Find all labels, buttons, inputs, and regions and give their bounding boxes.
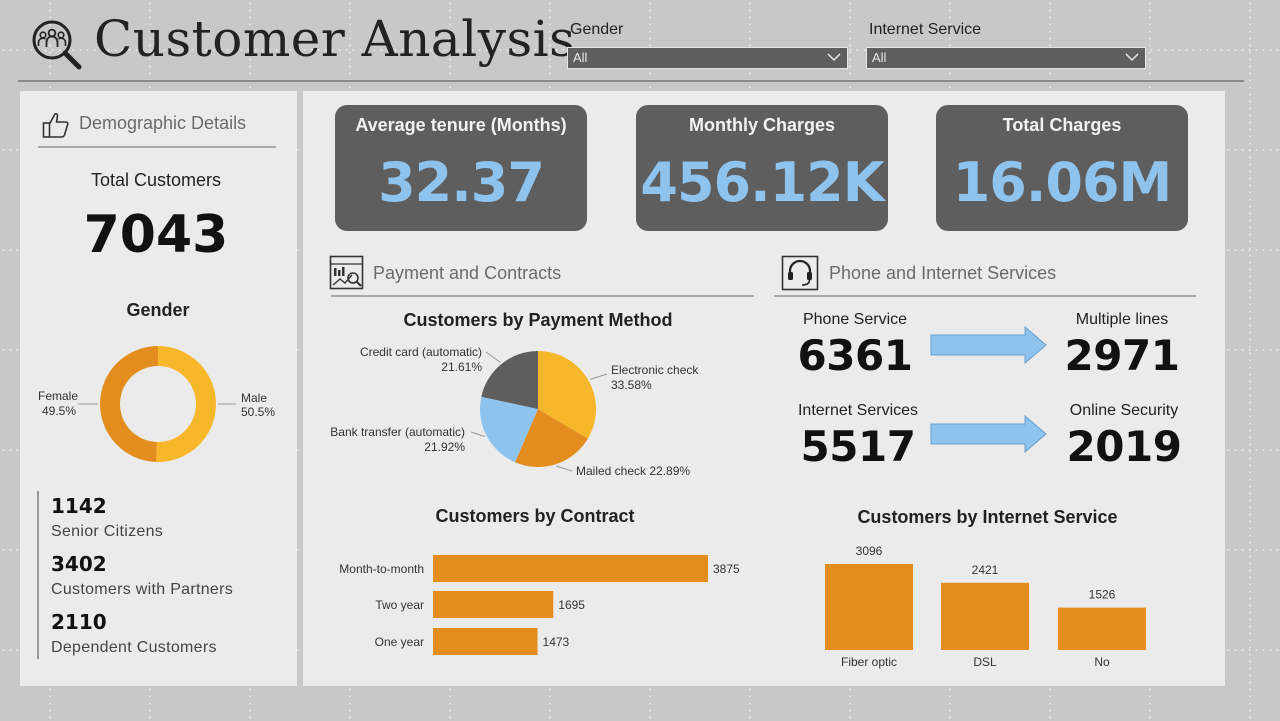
bar: [941, 582, 1029, 650]
category-label: Month-to-month: [339, 562, 424, 576]
kpi-label: Monthly Charges: [688, 115, 835, 135]
category-label: Two year: [375, 598, 424, 612]
customers-search-icon: [32, 20, 82, 70]
multiple-lines-label: Multiple lines: [1075, 311, 1169, 328]
page-title: Customer Analysis: [94, 10, 576, 68]
senior-citizens-label: Senior Citizens: [51, 523, 164, 540]
kpi-value: 32.37: [378, 151, 545, 214]
donut-slice-male: [156, 346, 217, 462]
arrow-right-icon: [930, 414, 1047, 454]
chevron-down-icon: [1125, 53, 1139, 62]
internet-services-label: Internet Services: [797, 402, 919, 419]
slice-pct: 21.61%: [441, 360, 482, 374]
demographics-section-title: Demographic Details: [79, 113, 247, 133]
leader-line: [470, 431, 485, 437]
leader-line: [590, 373, 608, 380]
data-label: 3096: [856, 544, 883, 558]
dependents-label: Dependent Customers: [51, 639, 217, 656]
kpi-card-avg-tenure: Average tenure (Months) 32.37: [335, 105, 587, 231]
internet-chart-title: Customers by Internet Service: [857, 507, 1118, 527]
kpi-card-total-charges: Total Charges 16.06M: [936, 105, 1188, 231]
payment-chart-title: Customers by Payment Method: [403, 310, 673, 330]
category-label: Fiber optic: [841, 655, 897, 669]
bar: [825, 564, 913, 650]
slice-pct-male: 50.5%: [241, 405, 275, 419]
data-label: 1526: [1089, 588, 1116, 602]
internet-service-filter-dropdown[interactable]: All: [866, 47, 1146, 69]
internet-service-bar-chart: 3096 Fiber optic 2421 DSL 1526 No: [825, 544, 1146, 669]
slice-label-female: Female: [38, 389, 78, 403]
slice-pct: 33.58%: [611, 378, 652, 392]
slice-pct-female: 49.5%: [42, 404, 76, 418]
bar: [433, 555, 708, 582]
partners-label: Customers with Partners: [51, 581, 234, 598]
payment-pie-chart: Electronic check33.58% Mailed check 22.89…: [330, 345, 699, 478]
slice-label: Bank transfer (automatic): [330, 425, 465, 439]
total-customers-value: 7043: [83, 205, 229, 265]
slice-label: Credit card (automatic): [360, 345, 482, 359]
demographics-divider: [38, 146, 276, 148]
bar: [1058, 607, 1146, 650]
bar: [433, 628, 538, 655]
total-customers-label: Total Customers: [90, 170, 222, 190]
header-divider: [18, 80, 1244, 82]
internet-service-filter-label: Internet Service: [869, 21, 982, 38]
thumbs-up-icon: [42, 112, 69, 138]
donut-slice-female: [100, 346, 158, 462]
data-label: 2421: [972, 563, 999, 577]
contract-chart-title: Customers by Contract: [435, 506, 635, 526]
multiple-lines-value: 2971: [1064, 331, 1180, 380]
chevron-down-icon: [827, 53, 841, 62]
kpi-label: Average tenure (Months): [355, 115, 567, 135]
data-label: 1695: [558, 598, 585, 612]
gender-donut-chart: Female49.5% Male50.5%: [38, 346, 275, 462]
online-security-label: Online Security: [1069, 402, 1179, 419]
kpi-label: Total Charges: [1002, 115, 1122, 135]
payment-divider: [331, 295, 754, 297]
gender-chart-title: Gender: [126, 300, 190, 320]
headset-icon: [781, 255, 819, 291]
phone-service-label: Phone Service: [802, 311, 908, 328]
report-chart-icon: [329, 255, 364, 290]
category-label: No: [1094, 655, 1110, 669]
gender-filter-value: All: [573, 50, 588, 65]
internet-services-value: 5517: [800, 422, 916, 471]
slice-pct: 21.92%: [424, 440, 465, 454]
senior-citizens-value: 1142: [51, 494, 107, 518]
services-section-title: Phone and Internet Services: [829, 263, 1057, 283]
arrow-right-icon: [930, 325, 1047, 365]
data-label: 3875: [713, 562, 740, 576]
internet-service-filter-value: All: [872, 50, 887, 65]
category-label: One year: [375, 635, 424, 649]
gender-filter-dropdown[interactable]: All: [567, 47, 848, 69]
online-security-value: 2019: [1066, 422, 1182, 471]
kpi-value: 16.06M: [952, 151, 1173, 214]
payment-section-title: Payment and Contracts: [373, 263, 562, 283]
leader-line: [485, 351, 501, 363]
slice-label: Mailed check 22.89%: [576, 464, 690, 478]
leader-line: [556, 465, 573, 472]
phone-service-value: 6361: [797, 331, 913, 380]
partners-value: 3402: [51, 552, 107, 576]
kpi-value: 456.12K: [640, 151, 884, 214]
stats-accent-bar: [37, 491, 39, 659]
contract-bar-chart: Month-to-month 3875 Two year 1695 One year 14…: [339, 555, 740, 655]
category-label: DSL: [973, 655, 997, 669]
dependents-value: 2110: [51, 610, 107, 634]
data-label: 1473: [543, 635, 570, 649]
slice-label-male: Male: [241, 391, 267, 405]
kpi-card-monthly-charges: Monthly Charges 456.12K: [636, 105, 888, 231]
slice-label: Electronic check: [611, 363, 699, 377]
bar: [433, 591, 554, 618]
gender-filter-label: Gender: [570, 21, 624, 38]
services-divider: [774, 295, 1196, 297]
